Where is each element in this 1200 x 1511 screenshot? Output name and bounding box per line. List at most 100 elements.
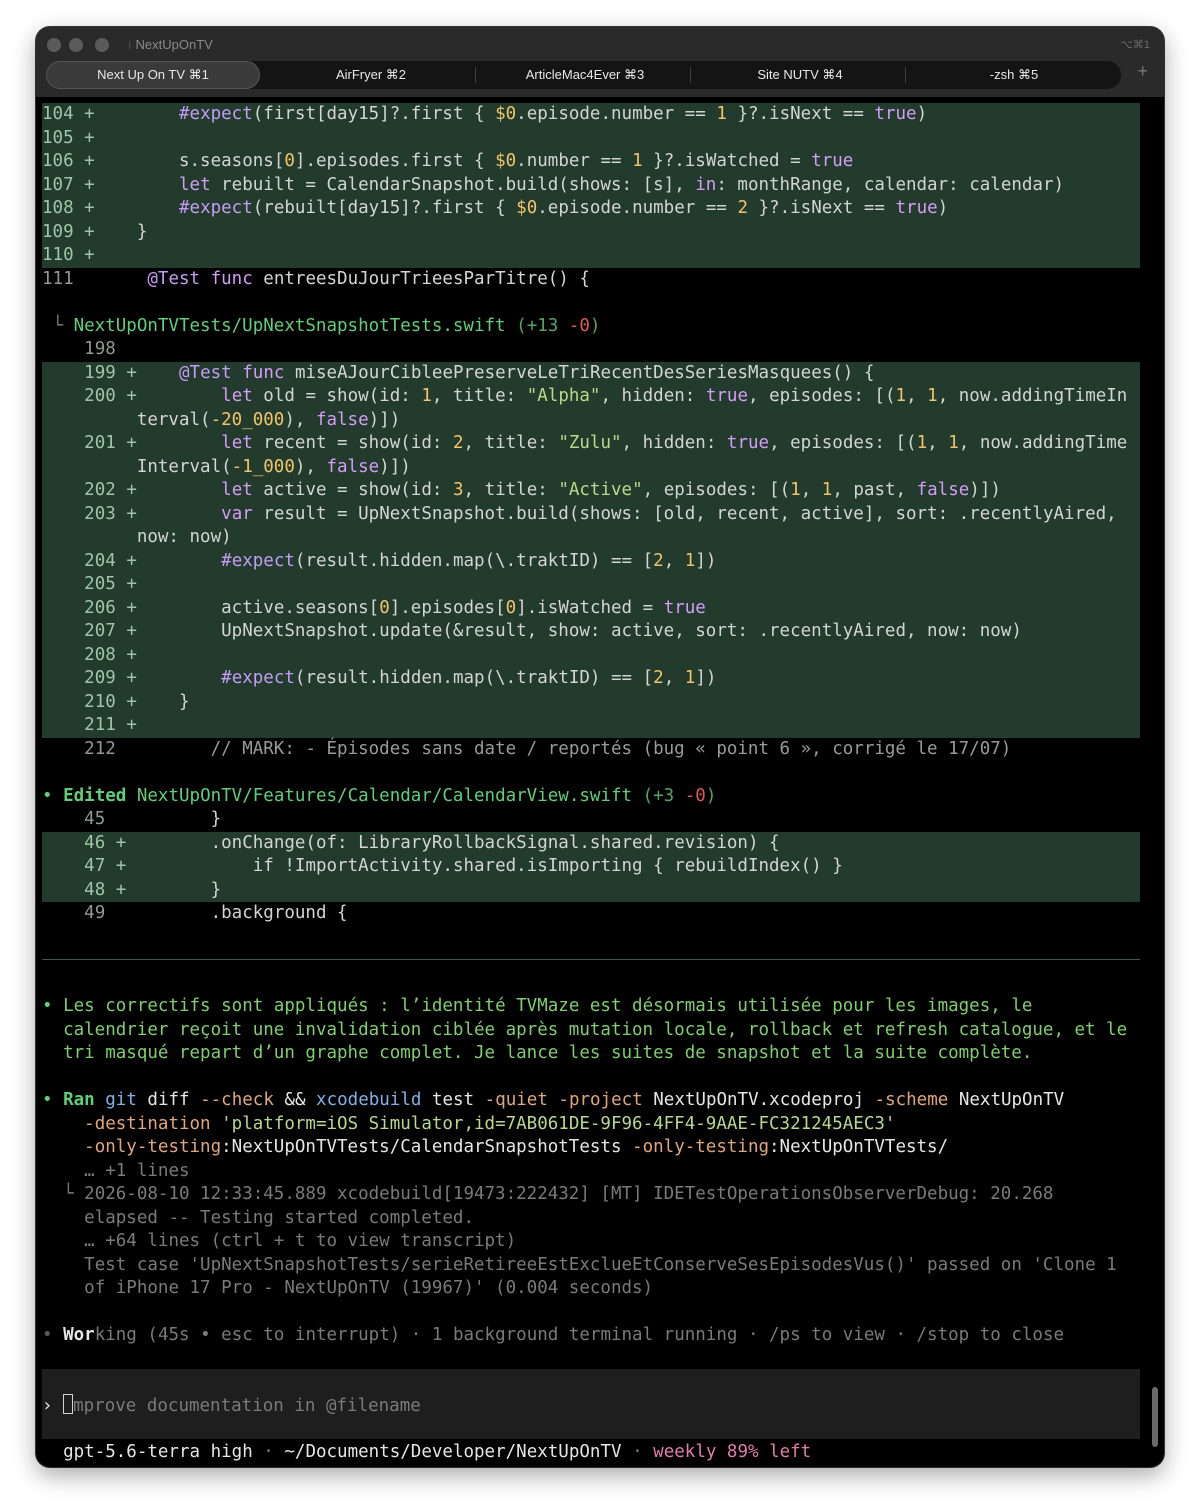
line-number: 104	[42, 104, 74, 124]
added-count: +13	[526, 315, 559, 336]
edited-file-header: • Edited NextUpOnTV/Features/Calendar/Ca…	[42, 785, 717, 806]
diff-line: 106 + s.seasons[0].episodes.first { $0.n…	[42, 150, 1140, 174]
diff-line: 46 + .onChange(of: LibraryRollbackSignal…	[42, 831, 1140, 855]
section-divider	[42, 959, 1140, 960]
file-header: └ NextUpOnTVTests/UpNextSnapshotTests.sw…	[42, 315, 601, 336]
removed-count: -0	[684, 785, 706, 806]
diff-context-line: 111 @Test func entreesDuJourTrieesParTit…	[42, 268, 590, 289]
file-path[interactable]: NextUpOnTV/Features/Calendar/CalendarVie…	[137, 786, 632, 806]
line-number: 49	[84, 903, 106, 923]
line-number: 107	[42, 174, 74, 195]
output-line: elapsed -- Testing started completed.	[42, 1207, 1140, 1231]
line-number: 47	[84, 856, 106, 876]
line-number: 212	[84, 738, 116, 759]
output-line: └ 2026-08-10 12:33:45.889 xcodebuild[194…	[42, 1184, 1054, 1204]
output-text: of iPhone 17 Pro - NextUpOnTV (19967)' (…	[84, 1278, 654, 1298]
diff-line: 210 + }	[42, 690, 1140, 714]
footer-status: gpt-5.6-terra high · ~/Documents/Develop…	[42, 1441, 1140, 1465]
more-lines-text: … +1 lines	[84, 1160, 190, 1181]
diff-line: 211 +	[42, 714, 1140, 738]
diff-line-wrap: terval(-20_000), false)])	[42, 408, 1140, 432]
diff-line-wrap: now: now)	[42, 526, 1140, 550]
code-comment: // MARK: - Épisodes sans date / reportés…	[168, 738, 1012, 759]
diff-line: 104 + #expect(first[day15]?.first { $0.e…	[42, 103, 1140, 127]
action-verb: Ran	[63, 1090, 95, 1110]
quota-text: weekly 89% left	[653, 1442, 812, 1462]
diff-line: 107 + let rebuilt = CalendarSnapshot.bui…	[42, 173, 1140, 197]
diff-line: 206 + active.seasons[0].episodes[0].isWa…	[42, 596, 1140, 620]
ran-command-line: • Ran git diff --check && xcodebuild tes…	[42, 1090, 1065, 1110]
ran-command-line: -only-testing:NextUpOnTVTests/CalendarSn…	[84, 1137, 949, 1157]
added-count: +3	[653, 785, 675, 806]
diff-line: 209 + #expect(result.hidden.map(\.traktI…	[42, 667, 1140, 691]
message-text: Les correctifs sont appliqués : l’identi…	[63, 996, 1033, 1016]
diff-line: 200 + let old = show(id: 1, title: "Alph…	[42, 385, 1140, 409]
line-number: 198	[84, 339, 116, 359]
working-directory: ~/Documents/Developer/NextUpOnTV	[284, 1442, 622, 1462]
diff-line: 203 + var result = UpNextSnapshot.build(…	[42, 502, 1140, 526]
collapsed-lines[interactable]: … +1 lines	[42, 1160, 1140, 1184]
code-text: }	[126, 809, 222, 829]
file-path[interactable]: NextUpOnTVTests/UpNextSnapshotTests.swif…	[74, 316, 506, 336]
terminal-window: ⁝ NextUpOnTV ⌥⌘1 Next Up On TV ⌘1 AirFrye…	[36, 27, 1164, 1467]
diff-line: 202 + let active = show(id: 3, title: "A…	[42, 479, 1140, 503]
working-text-bright: Wor	[63, 1325, 95, 1345]
terminal-content: 104 + #expect(first[day15]?.first { $0.e…	[36, 27, 1164, 1467]
line-number: 106	[42, 151, 74, 171]
separator: ·	[263, 1442, 274, 1462]
output-line: Test case 'UpNextSnapshotTests/serieReti…	[42, 1254, 1140, 1278]
output-text: elapsed -- Testing started completed.	[84, 1207, 474, 1228]
message-text: calendrier reçoit une invalidation ciblé…	[63, 1019, 1128, 1040]
prompt-placeholder: mprove documentation in @filename	[73, 1396, 421, 1416]
output-text: Test case 'UpNextSnapshotTests/serieReti…	[84, 1254, 1117, 1275]
diff-line: 47 + if !ImportActivity.shared.isImporti…	[42, 855, 1140, 879]
removed-count: -0	[568, 315, 590, 336]
line-number: 48	[84, 879, 106, 900]
prompt-chevron-icon: ›	[42, 1396, 53, 1416]
working-text-dim: king	[94, 1325, 137, 1345]
diff-line: 110 +	[42, 244, 1140, 268]
code-text: .onChange(of: LibraryRollbackSignal.shar…	[126, 832, 780, 853]
more-lines-text: … +64 lines (ctrl + t to view transcript…	[84, 1231, 517, 1251]
diff-context-line: 45 }	[42, 808, 1140, 832]
output-text: 2026-08-10 12:33:45.889 xcodebuild[19473…	[84, 1184, 1054, 1204]
diff-line: 201 + let recent = show(id: 2, title: "Z…	[42, 432, 1140, 456]
line-number: 108	[42, 198, 74, 218]
prompt-line[interactable]: › mprove documentation in @filename	[42, 1394, 1140, 1418]
action-verb: Edited	[63, 785, 127, 806]
assistant-message-line: • Les correctifs sont appliqués : l’iden…	[42, 996, 1033, 1016]
line-number: 45	[84, 809, 106, 829]
line-number: 110	[42, 245, 74, 265]
ran-command-line: -destination 'platform=iOS Simulator,id=…	[84, 1113, 896, 1134]
diff-line: 205 +	[42, 573, 1140, 597]
separator: ·	[632, 1442, 643, 1462]
text-cursor	[63, 1394, 74, 1414]
diff-context-line: 49 .background {	[42, 902, 1140, 926]
diff-context-line: 212 // MARK: - Épisodes sans date / repo…	[42, 738, 1140, 762]
diff-line-wrap: Interval(-1_000), false)])	[42, 455, 1140, 479]
diff-context-line: 198	[42, 338, 1140, 362]
message-text: tri masqué repart d’un graphe complet. J…	[63, 1043, 1033, 1063]
diff-line: 204 + #expect(result.hidden.map(\.traktI…	[42, 549, 1140, 573]
status-line: • Working (45s • esc to interrupt) · 1 b…	[42, 1325, 1065, 1345]
collapsed-lines[interactable]: … +64 lines (ctrl + t to view transcript…	[42, 1230, 1140, 1254]
assistant-message-line: tri masqué repart d’un graphe complet. J…	[42, 1042, 1140, 1066]
assistant-message-line: calendrier reçoit une invalidation ciblé…	[42, 1019, 1140, 1043]
model-name: gpt-5.6-terra high	[63, 1442, 253, 1462]
diff-line: 105 +	[42, 126, 1140, 150]
diff-line: 109 + }	[42, 220, 1140, 244]
scrollbar[interactable]	[1152, 1387, 1158, 1447]
status-text: (45s • esc to interrupt) · 1 background …	[147, 1325, 1065, 1345]
code-text: }	[126, 879, 222, 900]
output-line: of iPhone 17 Pro - NextUpOnTV (19967)' (…	[42, 1277, 1140, 1301]
code-text: .background {	[126, 903, 348, 923]
line-number: 111	[42, 268, 74, 289]
diff-line: 108 + #expect(rebuilt[day15]?.first { $0…	[42, 197, 1140, 221]
line-number: 46	[84, 832, 106, 853]
diff-line: 208 +	[42, 643, 1140, 667]
diff-line: 199 + @Test func miseAJourCibleePreserve…	[42, 361, 1140, 385]
code-text: if !ImportActivity.shared.isImporting { …	[126, 856, 843, 876]
line-number: 109	[42, 221, 74, 242]
line-number: 105	[42, 127, 74, 148]
diff-line: 48 + }	[42, 878, 1140, 902]
